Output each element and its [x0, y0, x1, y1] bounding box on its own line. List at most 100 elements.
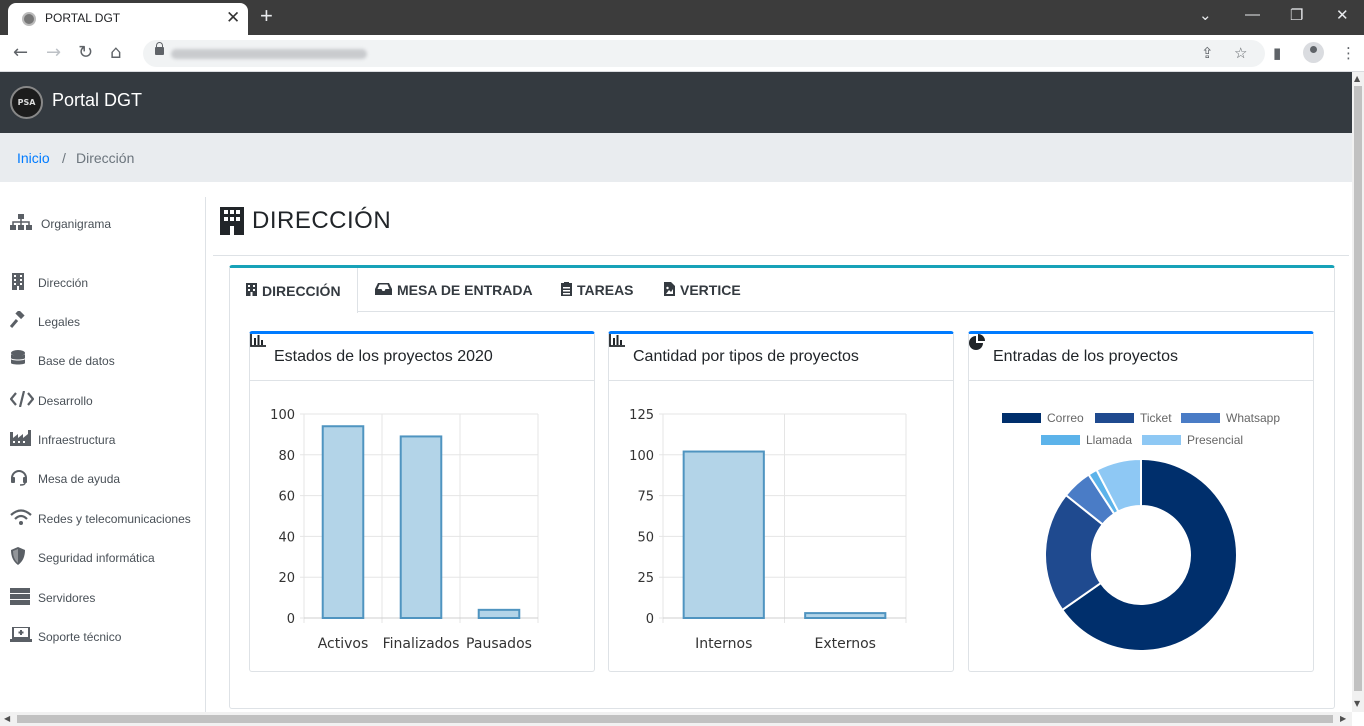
new-tab-button[interactable]: +	[260, 3, 273, 29]
sitemap-icon	[10, 214, 36, 234]
x-tick-label: Pausados	[466, 636, 532, 652]
scroll-down-icon[interactable]: ▼	[1354, 699, 1360, 708]
legend-swatch	[1095, 413, 1134, 423]
legend-label: Ticket	[1140, 411, 1172, 425]
legend-swatch	[1041, 435, 1080, 445]
legend-label: Presencial	[1187, 433, 1243, 447]
sidebar-item-redes[interactable]: Redes y telecomunicaciones	[10, 509, 191, 529]
y-tick-label: 0	[646, 612, 654, 627]
sidebar-item-label: Seguridad informática	[38, 551, 155, 565]
sidebar-item-desarrollo[interactable]: Desarrollo	[9, 390, 93, 411]
y-tick-label: 0	[287, 612, 295, 627]
tab-label: MESA DE ENTRADA	[397, 282, 533, 298]
breadcrumb: Inicio / Dirección	[0, 133, 1352, 182]
bar	[804, 612, 887, 620]
legend-label: Whatsapp	[1226, 411, 1280, 425]
legend-label: Correo	[1047, 411, 1084, 425]
sidebar-item-label: Dirección	[38, 276, 89, 290]
page-title: DIRECCIÓN	[220, 207, 391, 235]
bookmark-star-icon[interactable]: ☆	[1234, 44, 1247, 62]
bar	[477, 608, 521, 619]
reload-icon[interactable]: ↻	[78, 42, 93, 63]
y-tick-label: 75	[637, 490, 654, 505]
home-icon[interactable]: ⌂	[110, 42, 121, 63]
divider	[213, 255, 1349, 256]
file-image-icon	[664, 281, 675, 299]
tab-vertice[interactable]: VERTICE	[664, 268, 741, 312]
vertical-scrollbar[interactable]: ▲ ▼	[1352, 72, 1364, 712]
menu-kebab-icon[interactable]: ⋮	[1341, 44, 1356, 62]
y-tick-label: 125	[629, 408, 654, 423]
bar-chart-estados: 0 20 40 60 80 100 Activos Finalizados Pausados	[270, 408, 539, 652]
gavel-icon	[9, 309, 36, 333]
browser-tab[interactable]: PORTAL DGT ✕	[8, 3, 248, 35]
share-icon[interactable]: ⇪	[1201, 44, 1214, 62]
sidebar-item-seguridad[interactable]: Seguridad informática	[10, 547, 155, 568]
tab-label: TAREAS	[577, 282, 634, 298]
browser-tab-strip: PORTAL DGT ✕ + ⌄ — ❐ ✕	[0, 0, 1364, 35]
laptop-medical-icon	[10, 626, 36, 647]
url-text	[171, 49, 367, 59]
tab-tareas[interactable]: TAREAS	[561, 268, 634, 312]
y-tick-label: 50	[637, 530, 654, 545]
brand-logo[interactable]: PSA	[10, 86, 43, 119]
favicon-icon	[22, 12, 36, 26]
legend-swatch	[1181, 413, 1220, 423]
breadcrumb-separator: /	[62, 150, 66, 166]
building-icon	[10, 272, 36, 294]
sidebar-item-label: Desarrollo	[38, 394, 93, 408]
sidebar-item-infraestructura[interactable]: Infraestructura	[10, 430, 115, 450]
sidebar-item-organigrama[interactable]: Organigrama	[10, 214, 111, 234]
breadcrumb-current: Dirección	[76, 150, 135, 166]
forward-icon[interactable]: →	[46, 42, 61, 63]
tab-close-icon[interactable]: ✕	[226, 8, 240, 28]
minimize-button[interactable]: —	[1245, 6, 1260, 23]
y-tick-label: 100	[629, 449, 654, 464]
profile-avatar-icon[interactable]	[1303, 42, 1324, 63]
scroll-right-icon[interactable]: ▶	[1340, 714, 1346, 723]
vertical-scrollbar-thumb[interactable]	[1354, 86, 1362, 691]
industry-icon	[10, 430, 36, 450]
y-tick-label: 60	[278, 490, 295, 505]
back-icon[interactable]: ←	[13, 42, 28, 63]
sidebar-item-servidores[interactable]: Servidores	[10, 587, 95, 609]
chevron-down-icon[interactable]: ⌄	[1199, 6, 1212, 24]
server-icon	[10, 587, 36, 609]
breadcrumb-home-link[interactable]: Inicio	[17, 150, 50, 166]
horizontal-scrollbar[interactable]: ◀ ▶	[0, 712, 1352, 726]
headset-icon	[10, 469, 36, 490]
sidebar-item-mesa-de-ayuda[interactable]: Mesa de ayuda	[10, 469, 120, 489]
page-title-text: DIRECCIÓN	[252, 207, 392, 234]
legend-swatch	[1142, 435, 1181, 445]
url-input[interactable]	[143, 40, 1265, 67]
sidebar-item-direccion[interactable]: Dirección	[10, 272, 89, 294]
sidebar-item-legales[interactable]: Legales	[9, 309, 80, 333]
scroll-left-icon[interactable]: ◀	[4, 714, 10, 723]
sidebar-item-label: Organigrama	[41, 217, 112, 231]
sidebar-item-label: Mesa de ayuda	[38, 472, 121, 486]
brand-name[interactable]: Portal DGT	[52, 90, 142, 111]
y-tick-label: 100	[270, 408, 295, 423]
legend-label: Llamada	[1086, 433, 1132, 447]
horizontal-scrollbar-thumb[interactable]	[17, 715, 1333, 723]
card-estados-proyectos: Estados de los proyectos 2020 0 20 40 60 80 1…	[249, 331, 595, 672]
tab-mesa-de-entrada[interactable]: MESA DE ENTRADA	[375, 268, 533, 312]
y-tick-label: 25	[637, 571, 654, 586]
tab-direccion[interactable]: DIRECCIÓN	[230, 268, 358, 313]
scroll-up-icon[interactable]: ▲	[1354, 74, 1360, 83]
x-tick-label: Finalizados	[383, 636, 460, 652]
restore-button[interactable]: ❐	[1290, 6, 1303, 24]
address-bar: ← → ↻ ⌂ ⇪ ☆ ▮ ⋮	[0, 35, 1364, 72]
sidebar-item-base-de-datos[interactable]: Base de datos	[10, 350, 115, 371]
wifi-icon	[10, 509, 36, 529]
card-tipos-proyectos: Cantidad por tipos de proyectos 0 25 50 75 1…	[608, 331, 954, 672]
sidebar-item-label: Redes y telecomunicaciones	[38, 512, 191, 526]
x-tick-label: Externos	[815, 636, 876, 652]
side-panel-icon[interactable]: ▮	[1273, 44, 1281, 62]
lock-icon	[155, 42, 164, 55]
bar	[321, 425, 365, 619]
close-window-button[interactable]: ✕	[1336, 6, 1349, 24]
sidebar-item-soporte[interactable]: Soporte técnico	[10, 626, 122, 647]
sidebar-item-label: Soporte técnico	[38, 630, 122, 644]
bar-chart-tipos: 0 25 50 75 100 125 Internos Externos	[629, 408, 907, 652]
